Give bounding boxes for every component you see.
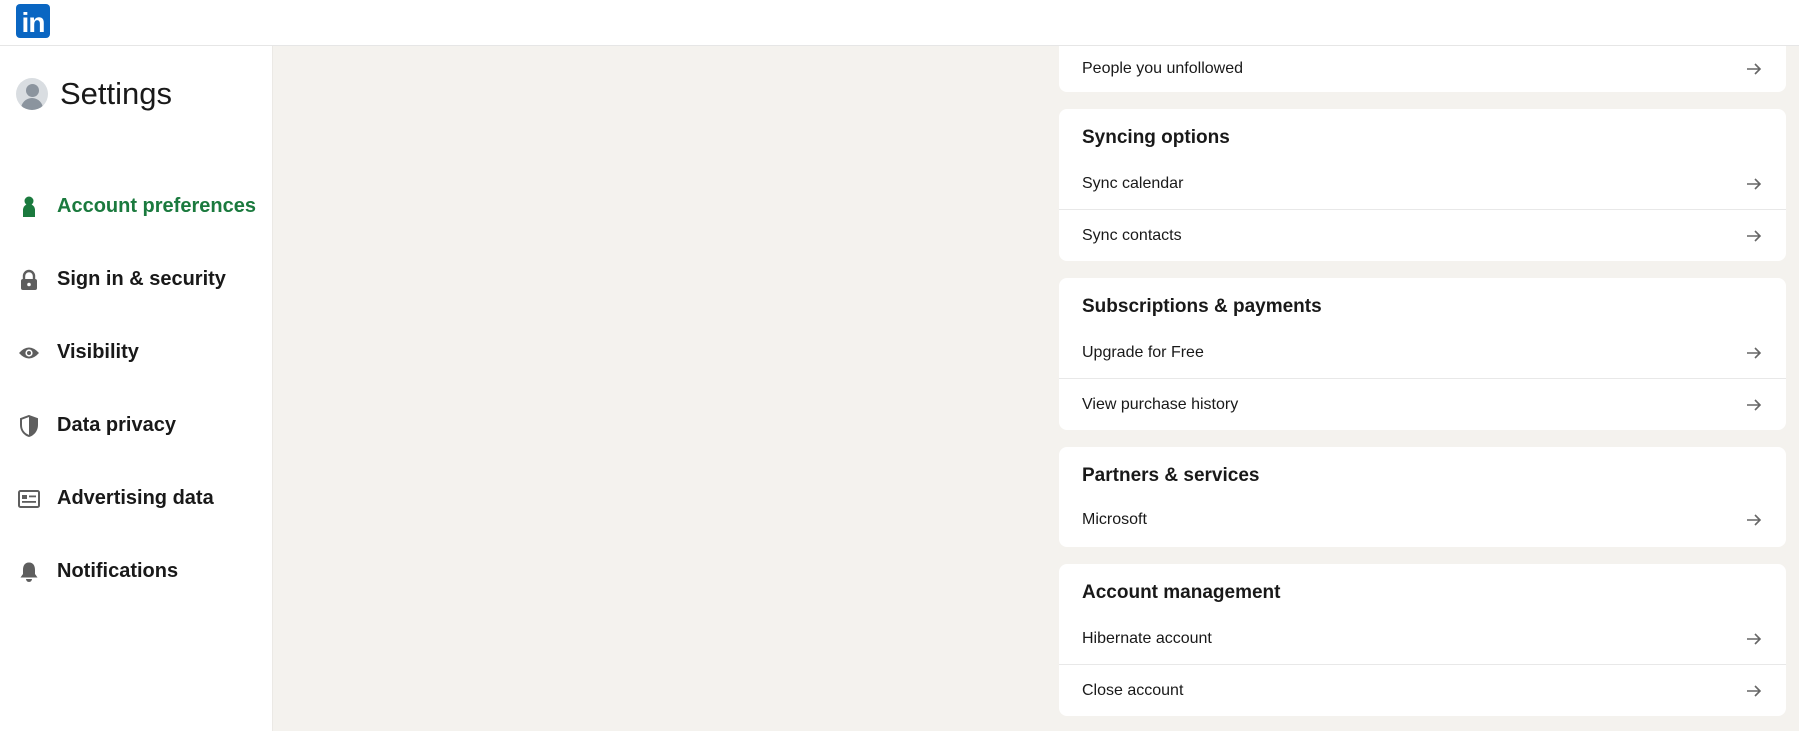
avatar[interactable]	[16, 78, 48, 110]
row-people-you-unfollowed[interactable]: People you unfollowed	[1059, 43, 1786, 94]
row-sync-calendar[interactable]: Sync calendar	[1059, 158, 1786, 209]
row-close-account[interactable]: Close account	[1059, 665, 1786, 716]
section-title: Subscriptions & payments	[1082, 296, 1322, 317]
arrow-right-icon	[1747, 347, 1762, 359]
settings-header: Settings	[16, 74, 172, 114]
row-microsoft[interactable]: Microsoft	[1059, 494, 1786, 545]
card-partners-services: Partners & services Microsoft	[1059, 447, 1786, 547]
linkedin-logo-icon[interactable]: in	[16, 4, 50, 38]
lock-icon	[18, 269, 40, 291]
shield-icon	[18, 414, 40, 437]
arrow-right-icon	[1747, 514, 1762, 526]
person-icon	[18, 196, 40, 218]
sidebar-item-label: Notifications	[57, 560, 179, 582]
row-label: Sync calendar	[1082, 174, 1184, 192]
sidebar-item-account-preferences[interactable]: Account preferences	[0, 170, 272, 243]
section-title: Partners & services	[1082, 465, 1260, 486]
sidebar-item-data-privacy[interactable]: Data privacy	[0, 389, 272, 462]
bell-icon	[18, 561, 40, 583]
row-label: Microsoft	[1082, 510, 1147, 528]
arrow-right-icon	[1747, 685, 1762, 697]
sidebar-item-label: Visibility	[57, 341, 139, 363]
card-account-management: Account management Hibernate account Clo…	[1059, 564, 1786, 716]
arrow-right-icon	[1747, 399, 1762, 411]
sidebar-item-notifications[interactable]: Notifications	[0, 535, 272, 608]
section-title: Account management	[1082, 582, 1281, 603]
card-subscriptions-payments: Subscriptions & payments Upgrade for Fre…	[1059, 278, 1786, 430]
page-title: Settings	[60, 76, 173, 111]
arrow-right-icon	[1747, 178, 1762, 190]
sidebar-item-sign-in-security[interactable]: Sign in & security	[0, 243, 272, 316]
card-syncing-options: Syncing options Sync calendar Sync conta…	[1059, 109, 1786, 261]
row-label: Upgrade for Free	[1082, 343, 1204, 361]
top-bar: in	[0, 0, 1799, 46]
row-label: Hibernate account	[1082, 629, 1212, 647]
eye-icon	[18, 342, 40, 364]
arrow-right-icon	[1747, 230, 1762, 242]
sidebar-item-visibility[interactable]: Visibility	[0, 316, 272, 389]
sidebar-nav: Account preferences Sign in & security V…	[0, 170, 272, 608]
row-upgrade-for-free[interactable]: Upgrade for Free	[1059, 327, 1786, 378]
sidebar-item-label: Data privacy	[57, 414, 176, 436]
row-label: Sync contacts	[1082, 226, 1182, 244]
row-sync-contacts[interactable]: Sync contacts	[1059, 210, 1786, 261]
arrow-right-icon	[1747, 63, 1762, 75]
arrow-right-icon	[1747, 633, 1762, 645]
sidebar-item-label: Advertising data	[57, 487, 214, 509]
row-label: View purchase history	[1082, 395, 1239, 413]
sidebar-item-label: Sign in & security	[57, 268, 226, 290]
sidebar-item-advertising-data[interactable]: Advertising data	[0, 462, 272, 535]
sidebar-item-label: Account preferences	[57, 195, 256, 217]
ad-card-icon	[18, 488, 40, 510]
row-hibernate-account[interactable]: Hibernate account	[1059, 613, 1786, 664]
row-label: Close account	[1082, 681, 1184, 699]
row-label: People you unfollowed	[1082, 59, 1244, 77]
section-title: Syncing options	[1082, 127, 1230, 148]
row-view-purchase-history[interactable]: View purchase history	[1059, 379, 1786, 430]
card-general: People you unfollowed	[1059, 46, 1786, 92]
settings-sidebar: Settings Account preferences Sign in & s…	[0, 46, 273, 731]
